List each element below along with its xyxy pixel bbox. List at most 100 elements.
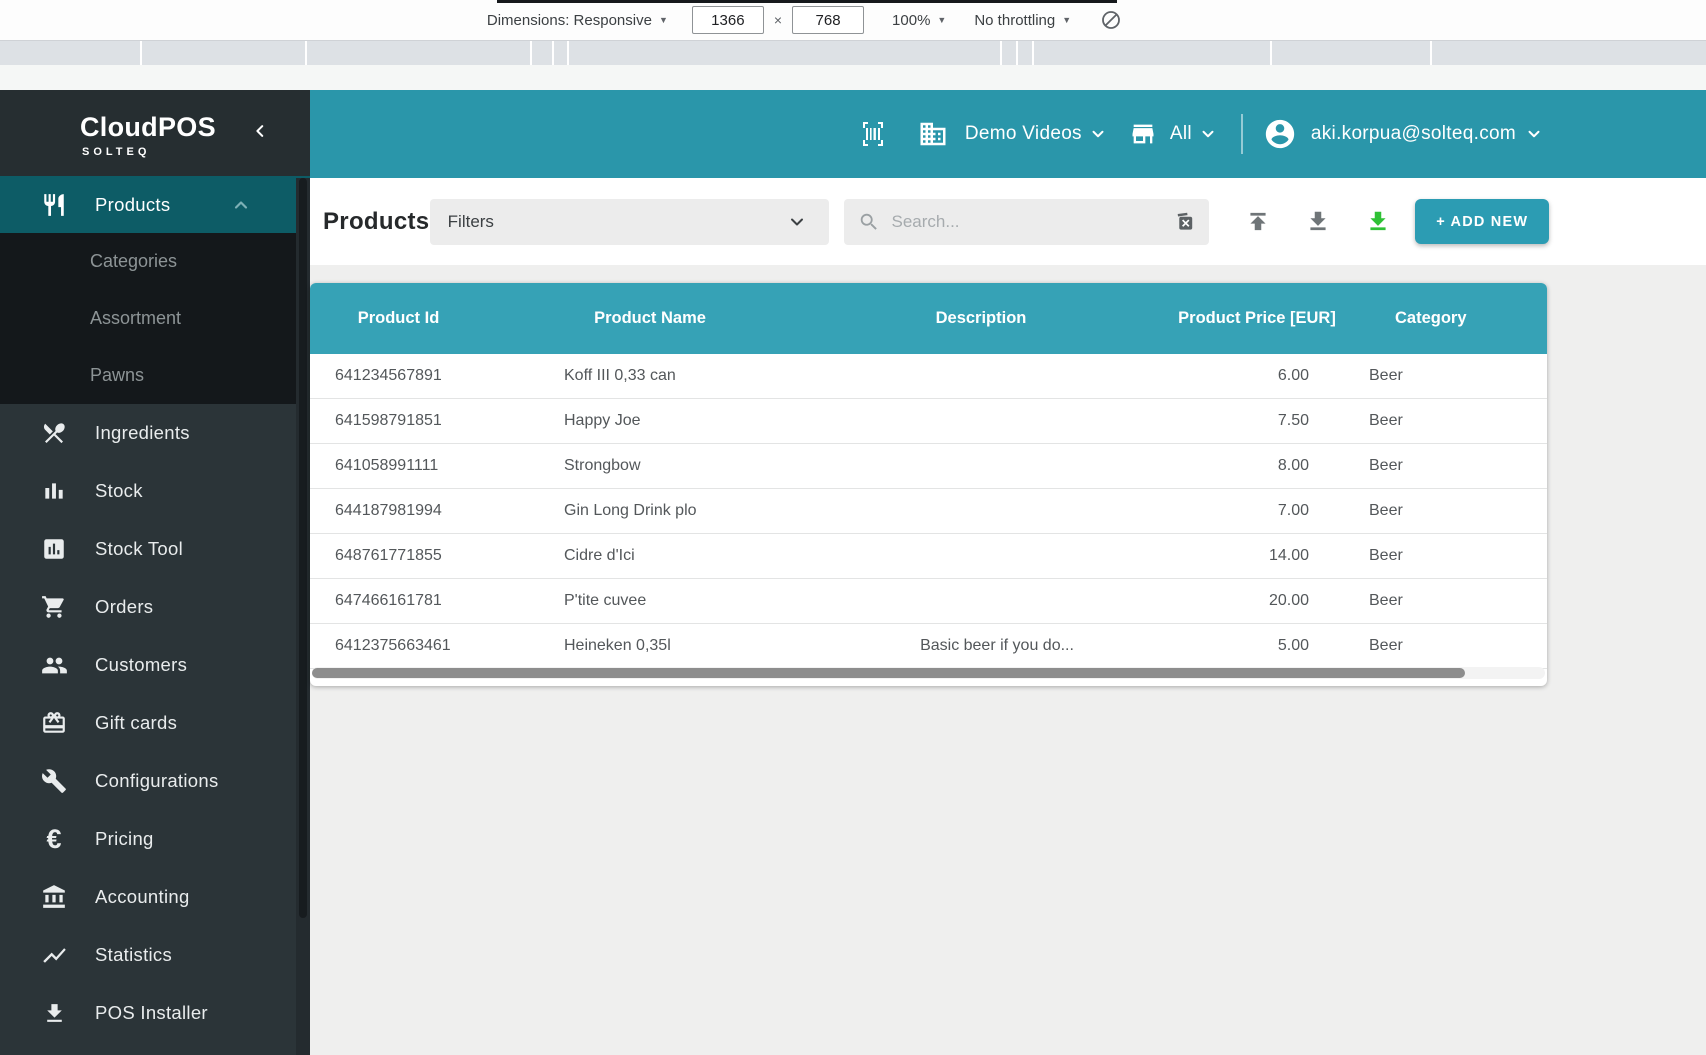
user-email: aki.korpua@solteq.com (1310, 123, 1516, 144)
caret-down-icon: ▼ (1062, 15, 1072, 25)
cell-product-name: P'tite cuvee (564, 592, 647, 609)
column-header-product-price: Product Price [EUR] (1178, 309, 1336, 327)
sidebar-item-statistics[interactable]: Statistics (0, 926, 310, 984)
media-query-separator (1430, 41, 1432, 65)
table-horizontal-scrollbar-thumb[interactable] (312, 668, 1465, 678)
sidebar-item-label: Statistics (95, 944, 173, 965)
search-box (843, 198, 1210, 245)
import-button[interactable] (1245, 209, 1271, 235)
filters-label: Filters (447, 211, 494, 231)
sidebar-item-label: Pawns (90, 365, 145, 385)
cell-description: Basic beer if you do... (920, 637, 1074, 654)
devtools-toolbar: Dimensions: Responsive ▼ × 100% ▼ No thr… (0, 0, 1706, 41)
cell-price: 6.00 (1277, 367, 1309, 384)
media-query-separator (1000, 41, 1002, 65)
sidebar-scrollbar-track[interactable] (296, 178, 310, 1055)
cell-product-id: 641058991111 (335, 457, 439, 474)
cell-product-name: Heineken 0,35l (564, 637, 671, 654)
bank-icon (40, 884, 68, 910)
download-icon (40, 1001, 68, 1026)
search-icon (860, 213, 877, 230)
sidebar-item-pos-installer[interactable]: POS Installer (0, 984, 310, 1042)
sidebar-item-label: Categories (90, 251, 178, 271)
viewport-width-input[interactable] (691, 6, 764, 34)
cell-category: Beer (1369, 367, 1403, 384)
user-menu[interactable]: aki.korpua@solteq.com (1263, 117, 1543, 151)
sidebar-item-label: Configurations (95, 770, 219, 791)
cell-product-name: Strongbow (564, 457, 641, 474)
add-new-button[interactable]: + ADD NEW (1415, 199, 1550, 244)
app-header: Demo Videos All aki.korpua@solteq.com (310, 90, 1706, 178)
table-row[interactable]: 641058991111 Strongbow 8.00 Beer (310, 444, 1547, 489)
sidebar-item-accounting[interactable]: Accounting (0, 868, 310, 926)
cell-product-name: Gin Long Drink plo (564, 502, 697, 519)
table-row[interactable]: 6412375663461 Heineken 0,35l Basic beer … (310, 624, 1547, 669)
cell-price: 20.00 (1268, 592, 1309, 609)
cell-product-id: 648761771855 (335, 547, 442, 564)
rotate-viewport-button[interactable] (1099, 8, 1123, 32)
viewport-height-input[interactable] (792, 6, 865, 34)
sidebar-item-assortment[interactable]: Assortment (0, 290, 310, 347)
chevron-down-icon (1528, 130, 1540, 138)
table-row[interactable]: 644187981994 Gin Long Drink plo 7.00 Bee… (310, 489, 1547, 534)
table-row[interactable]: 648761771855 Cidre d'Ici 14.00 Beer (310, 534, 1547, 579)
cell-category: Beer (1369, 457, 1403, 474)
viewport-top-gap (0, 65, 1706, 90)
filters-dropdown[interactable]: Filters (429, 198, 829, 245)
store-selector[interactable]: All (1129, 120, 1217, 148)
chart-box-icon (40, 536, 68, 562)
times-symbol: × (773, 12, 783, 28)
clear-trash-icon (1178, 212, 1193, 230)
sidebar-item-ingredients[interactable]: Ingredients (0, 404, 310, 462)
app-logo-subtitle: SOLTEQ (82, 146, 151, 158)
sidebar-collapse-button[interactable] (250, 118, 270, 144)
cell-category: Beer (1369, 592, 1403, 609)
building-icon (920, 122, 946, 146)
export-template-button[interactable] (1365, 209, 1391, 235)
dimensions-dropdown[interactable]: Dimensions: Responsive ▼ (487, 12, 668, 29)
sidebar-item-categories[interactable]: Categories (0, 233, 310, 290)
throttling-dropdown[interactable]: No throttling ▼ (974, 12, 1071, 29)
sidebar-item-pricing[interactable]: € Pricing (0, 810, 310, 868)
sidebar: CloudPOS SOLTEQ Products Categories Asso… (0, 90, 310, 1055)
cell-product-id: 641234567891 (335, 367, 442, 384)
zoom-level: 100% (892, 11, 931, 29)
throttling-label: No throttling (974, 11, 1056, 29)
barcode-scan-button[interactable] (857, 120, 889, 148)
cell-product-name: Cidre d'Ici (564, 547, 635, 564)
zoom-dropdown[interactable]: 100% ▼ (892, 12, 946, 29)
sidebar-item-configurations[interactable]: Configurations (0, 752, 310, 810)
cell-category: Beer (1369, 502, 1403, 519)
upload-icon (1250, 212, 1266, 231)
caret-down-icon: ▼ (658, 15, 668, 25)
people-icon (40, 652, 68, 679)
sidebar-item-orders[interactable]: Orders (0, 578, 310, 636)
cell-price: 8.00 (1277, 457, 1309, 474)
column-header-description: Description (935, 309, 1027, 327)
media-query-separator (1016, 41, 1018, 65)
table-row[interactable]: 641598791851 Happy Joe 7.50 Beer (310, 399, 1547, 444)
sidebar-item-gift-cards[interactable]: Gift cards (0, 694, 310, 752)
app-logo: CloudPOS (80, 112, 216, 142)
sidebar-item-products[interactable]: Products (0, 176, 310, 233)
sidebar-scrollbar-thumb[interactable] (299, 178, 307, 918)
sidebar-item-customers[interactable]: Customers (0, 636, 310, 694)
search-input[interactable] (889, 210, 1175, 233)
table-row[interactable]: 641234567891 Koff III 0,33 can 6.00 Beer (310, 354, 1547, 399)
cell-product-name: Happy Joe (564, 412, 641, 429)
restaurant-menu-icon (40, 420, 68, 446)
sidebar-item-stock-tool[interactable]: Stock Tool (0, 520, 310, 578)
sidebar-item-pawns[interactable]: Pawns (0, 347, 310, 404)
sidebar-item-label: Customers (95, 654, 188, 675)
company-selector[interactable]: Demo Videos (918, 119, 1107, 149)
sidebar-item-stock[interactable]: Stock (0, 462, 310, 520)
cell-price: 7.00 (1277, 502, 1309, 519)
table-horizontal-scrollbar-track[interactable] (312, 667, 1545, 679)
table-row[interactable]: 647466161781 P'tite cuvee 20.00 Beer (310, 579, 1547, 624)
cell-product-id: 647466161781 (335, 592, 442, 609)
sidebar-item-label: Stock Tool (95, 538, 184, 559)
chevron-down-icon (1092, 130, 1104, 138)
export-button[interactable] (1305, 209, 1331, 235)
clear-search-button[interactable] (1174, 210, 1197, 233)
sidebar-item-label: Products (95, 193, 171, 215)
